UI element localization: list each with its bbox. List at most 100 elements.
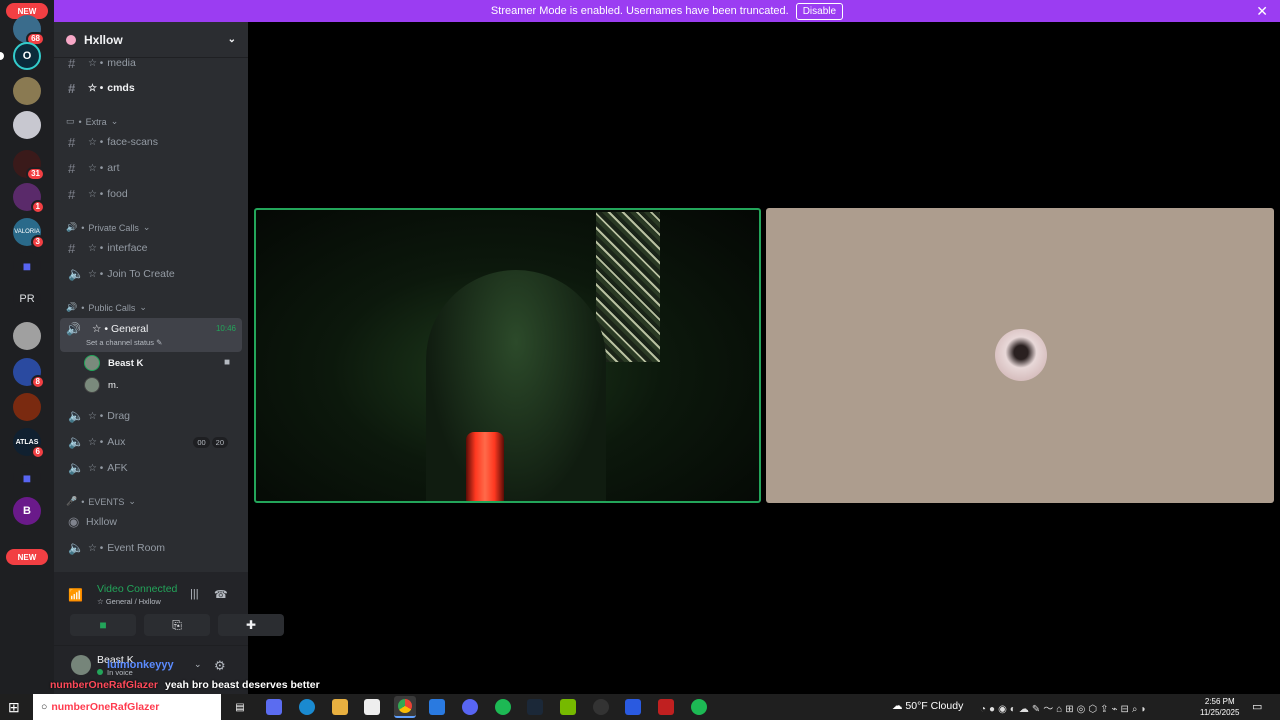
gear-icon[interactable]: ⚙	[214, 658, 226, 674]
hash-icon: #	[68, 55, 76, 71]
taskbar-search[interactable]: ○ numberOneRafGlazer	[33, 694, 221, 720]
category-private-calls[interactable]: 🔊 • Private Calls ⌄	[66, 222, 150, 233]
streamer-mode-banner: Streamer Mode is enabled. Usernames have…	[54, 0, 1280, 22]
file-explorer-icon[interactable]	[332, 699, 348, 715]
server-icon[interactable]: PR	[13, 285, 41, 313]
server-name: Hxllow	[84, 32, 123, 47]
nvidia-icon[interactable]	[560, 699, 576, 715]
channel-label: Join To Create	[107, 268, 175, 280]
channel-status[interactable]: Set a channel status ✎	[86, 338, 162, 347]
voice-user[interactable]: Beast K	[84, 353, 143, 373]
hash-icon: #	[68, 134, 76, 150]
noise-suppression-icon[interactable]: |||	[190, 588, 199, 600]
channel-media[interactable]: # ☆ • media	[62, 51, 240, 75]
avatar	[84, 377, 100, 393]
channel-label: face-scans	[107, 136, 159, 148]
server-icon[interactable]: 31	[13, 150, 45, 181]
mention-badge: 1	[30, 200, 45, 214]
app-icon[interactable]	[625, 699, 641, 715]
github-icon[interactable]	[593, 699, 609, 715]
category-extra[interactable]: ▭ • Extra ⌄	[66, 116, 118, 127]
channel-join-to-create[interactable]: 🔈 ☆ • Join To Create	[62, 262, 240, 286]
channel-food[interactable]: # ☆ • food	[62, 182, 240, 206]
cloud-icon: ☁	[892, 700, 903, 712]
channel-afk[interactable]: 🔈 ☆ • AFK	[62, 456, 240, 480]
spotify-icon[interactable]	[495, 699, 511, 715]
stage-icon: ◉	[68, 514, 80, 529]
weather-widget[interactable]: ☁ 50°F Cloudy	[892, 700, 963, 712]
folder-icon[interactable]: ■	[13, 252, 41, 280]
chevron-down-icon[interactable]: ⌄	[194, 659, 202, 670]
channel-label: art	[107, 162, 120, 174]
background-curtain	[596, 212, 660, 362]
server-icon[interactable]: 8	[13, 358, 45, 389]
channel-face-scans[interactable]: # ☆ • face-scans	[62, 130, 240, 154]
channel-hxllow[interactable]: ◉ Hxllow	[62, 510, 240, 534]
mention-badge: 8	[30, 375, 45, 389]
pencil-icon: ✎	[156, 338, 163, 347]
channel-interface[interactable]: # ☆ • interface	[62, 236, 240, 260]
folder-icon[interactable]: ■	[13, 464, 41, 492]
server-icon[interactable]: 68	[13, 15, 45, 46]
server-icon[interactable]	[13, 393, 41, 421]
steam-icon[interactable]	[527, 699, 543, 715]
camera-icon: ■	[224, 357, 231, 368]
chrome-icon[interactable]	[394, 696, 416, 718]
channel-label: cmds	[107, 82, 135, 94]
mention-badge: 6	[30, 445, 45, 459]
app-icon[interactable]	[429, 699, 445, 715]
video-tile-avatar[interactable]	[766, 208, 1274, 503]
channel-event-room[interactable]: 🔈 ☆ • Event Room	[62, 536, 240, 560]
mention-badge: 31	[26, 167, 45, 181]
voice-user[interactable]: m.	[84, 375, 119, 395]
disable-button[interactable]: Disable	[795, 2, 844, 20]
server-icon[interactable]: O	[13, 42, 41, 70]
avatar	[995, 329, 1047, 381]
voice-status[interactable]: Video Connected	[97, 583, 177, 595]
copilot-icon[interactable]	[266, 699, 282, 715]
server-icon[interactable]	[13, 322, 41, 350]
windows-start-icon[interactable]: ⊞	[8, 699, 20, 716]
task-view-icon[interactable]: ▤	[232, 699, 248, 715]
server-icon[interactable]: 1	[13, 183, 45, 214]
red-lamp	[466, 432, 504, 501]
mic-icon: 🎤	[66, 496, 78, 506]
server-icon[interactable]: B	[13, 497, 41, 525]
channel-art[interactable]: # ☆ • art	[62, 156, 240, 180]
spotify-icon[interactable]	[691, 699, 707, 715]
disconnect-icon[interactable]: ☎	[214, 588, 228, 601]
system-tray[interactable]: ◔●◉◐☁✎〜⌂⊞◎⬡⇪⌁⊟⌕◗	[980, 700, 1150, 715]
hash-icon: #	[68, 80, 76, 96]
activities-button[interactable]: ✚	[218, 614, 284, 636]
new-badge[interactable]: NEW	[6, 549, 48, 565]
channel-aux[interactable]: 🔈 ☆ • Aux 00 20	[62, 430, 240, 454]
store-icon[interactable]	[364, 699, 380, 715]
clock[interactable]: 2:56 PM 11/25/2025	[1200, 696, 1239, 718]
channel-cmds[interactable]: # ☆ • cmds	[62, 76, 240, 100]
screen-share-button[interactable]: ⎘	[144, 614, 210, 636]
signal-icon[interactable]: 📶	[68, 588, 83, 602]
avatar[interactable]	[71, 655, 91, 675]
game-icon[interactable]	[658, 699, 674, 715]
category-events[interactable]: 🎤 • EVENTS ⌄	[66, 496, 136, 507]
discord-icon[interactable]	[462, 699, 478, 715]
category-public-calls[interactable]: 🔊 • Public Calls ⌄	[66, 302, 147, 313]
server-icon[interactable]	[13, 111, 41, 139]
hash-icon: #	[68, 186, 76, 202]
camera-button[interactable]: ■	[70, 614, 136, 636]
notification-icon[interactable]: ▭	[1252, 700, 1262, 713]
channel-drag[interactable]: 🔈 ☆ • Drag	[62, 404, 240, 428]
hash-icon: #	[68, 160, 76, 176]
server-icon[interactable]: VALORIA 3	[13, 218, 45, 249]
server-icon[interactable]	[13, 77, 41, 105]
unread-indicator	[0, 52, 4, 60]
close-icon[interactable]: ✕	[1256, 3, 1268, 20]
speaker-icon: 🔈	[68, 266, 85, 281]
server-icon[interactable]: ATLAS 6	[13, 428, 45, 459]
channel-general[interactable]: 🔊 ☆ • General 10:46 Set a channel status…	[60, 318, 242, 352]
edge-icon[interactable]	[299, 699, 315, 715]
taskbar: ⊞ ○ numberOneRafGlazer ▤ ☁ 50°F Cloudy ◔●…	[0, 694, 1280, 720]
banner-text: Streamer Mode is enabled. Usernames have…	[490, 5, 789, 17]
video-tile-speaking[interactable]	[254, 208, 761, 503]
channel-label: AFK	[107, 462, 128, 474]
